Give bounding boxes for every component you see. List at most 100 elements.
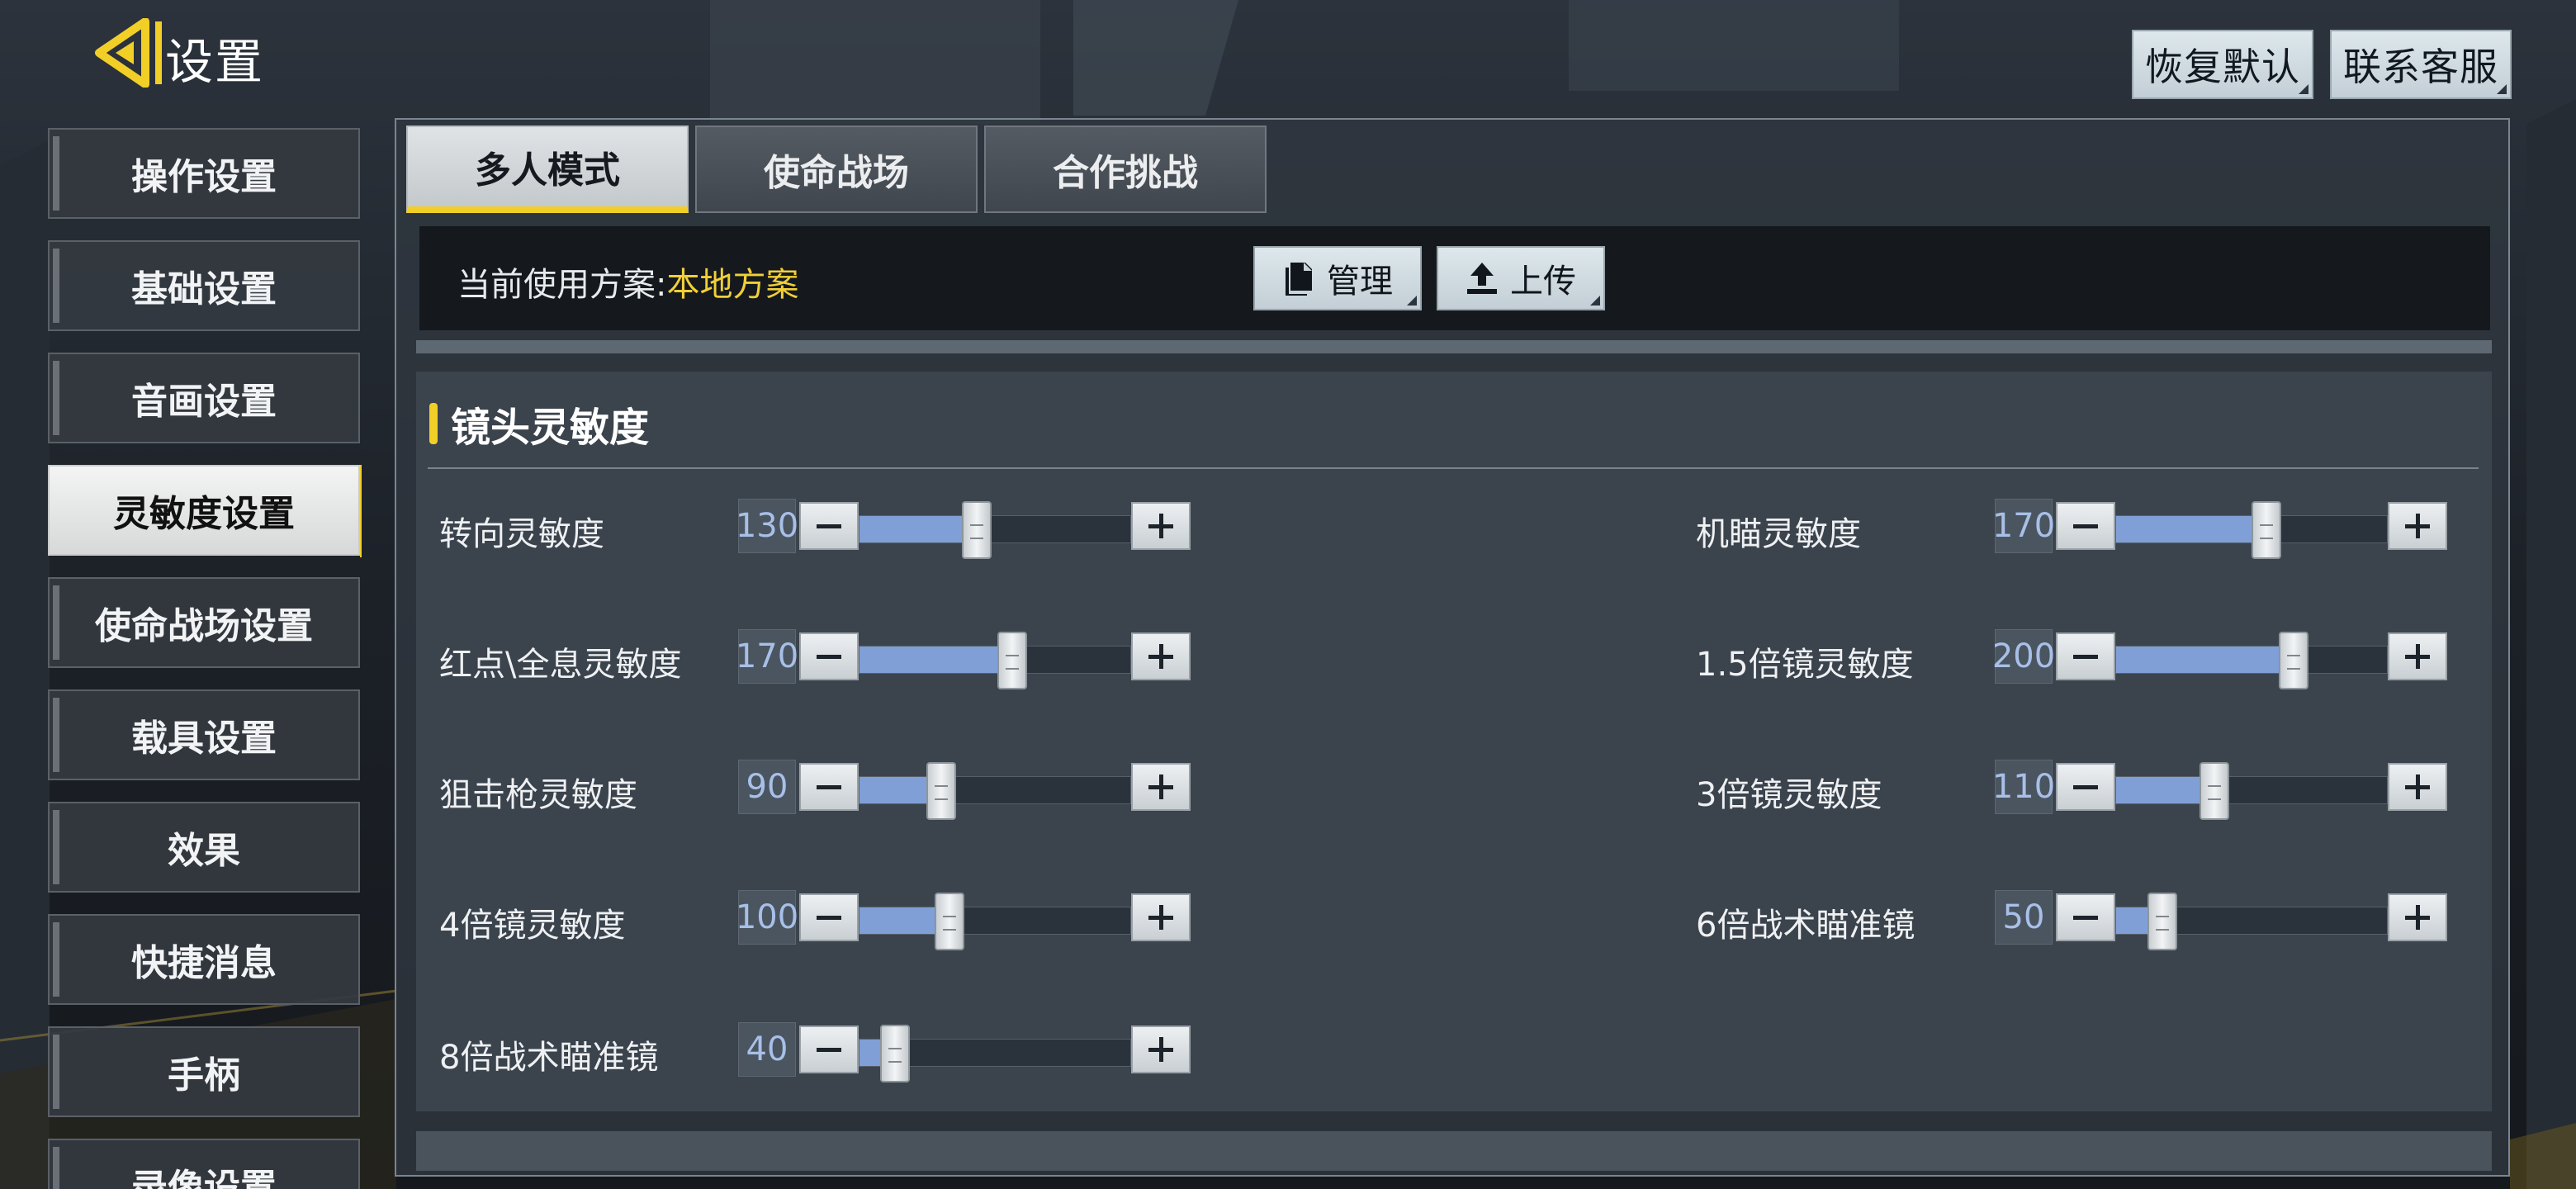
slider-fill bbox=[2116, 516, 2266, 542]
contact-service-button[interactable]: 联系客服 bbox=[2330, 30, 2512, 99]
slider-value: 40 bbox=[738, 1022, 796, 1077]
slider-track[interactable] bbox=[2115, 501, 2388, 559]
manage-button[interactable]: 管理 bbox=[1253, 246, 1422, 310]
minus-icon bbox=[817, 915, 841, 920]
document-icon bbox=[1286, 263, 1312, 296]
slider-label: 机瞄灵敏度 bbox=[1696, 515, 1861, 553]
increase-button[interactable] bbox=[1131, 763, 1191, 811]
slider-thumb[interactable] bbox=[2147, 893, 2177, 950]
minus-icon bbox=[817, 1047, 841, 1052]
increase-button[interactable] bbox=[2388, 632, 2447, 680]
plus-icon bbox=[1158, 905, 1163, 930]
current-scheme: 当前使用方案:本地方案 bbox=[457, 258, 798, 306]
slider-track[interactable] bbox=[859, 762, 1131, 820]
slider-fill bbox=[859, 647, 1012, 673]
slider-track[interactable] bbox=[859, 893, 1131, 950]
menu-item-vehicle[interactable]: 载具设置 bbox=[48, 689, 360, 780]
menu-item-sensitivity[interactable]: 灵敏度设置 bbox=[48, 465, 362, 557]
menu-item-controls[interactable]: 操作设置 bbox=[48, 128, 360, 219]
current-scheme-value: 本地方案 bbox=[666, 266, 799, 304]
slider-value: 200 bbox=[1992, 629, 2055, 684]
increase-button[interactable] bbox=[1131, 502, 1191, 550]
increase-button[interactable] bbox=[2388, 502, 2447, 550]
settings-menu: 操作设置 基础设置 音画设置 灵敏度设置 使命战场设置 载具设置 效果 快捷消息… bbox=[48, 128, 362, 1189]
tab-coop-challenge[interactable]: 合作挑战 bbox=[984, 126, 1267, 213]
increase-button[interactable] bbox=[1131, 893, 1191, 941]
slider-label: 6倍战术瞄准镜 bbox=[1696, 907, 1915, 945]
menu-item-controller[interactable]: 手柄 bbox=[48, 1026, 360, 1117]
current-scheme-prefix: 当前使用方案: bbox=[457, 266, 667, 304]
slider-label: 4倍镜灵敏度 bbox=[439, 907, 626, 945]
decrease-button[interactable] bbox=[799, 1026, 859, 1073]
upload-label: 上传 bbox=[1510, 263, 1576, 301]
slider-thumb[interactable] bbox=[935, 893, 964, 950]
page-title: 设置 bbox=[165, 34, 265, 90]
decrease-button[interactable] bbox=[799, 763, 859, 811]
slider-thumb[interactable] bbox=[2252, 501, 2281, 559]
minus-icon bbox=[817, 523, 841, 528]
slider-thumb[interactable] bbox=[926, 762, 956, 820]
minus-icon bbox=[2073, 784, 2098, 789]
increase-button[interactable] bbox=[2388, 893, 2447, 941]
slider-track[interactable] bbox=[2115, 893, 2388, 950]
divider-strip bbox=[416, 340, 2492, 353]
decrease-button[interactable] bbox=[799, 632, 859, 680]
plus-icon bbox=[1158, 514, 1163, 538]
menu-item-audio-video[interactable]: 音画设置 bbox=[48, 353, 360, 443]
slider-label: 8倍战术瞄准镜 bbox=[439, 1039, 659, 1077]
decrease-button[interactable] bbox=[799, 893, 859, 941]
slider-track[interactable] bbox=[859, 1025, 1131, 1082]
decrease-button[interactable] bbox=[2056, 763, 2115, 811]
slider-value: 170 bbox=[1992, 499, 2055, 553]
menu-item-battleground[interactable]: 使命战场设置 bbox=[48, 577, 360, 668]
slider-value: 170 bbox=[736, 629, 798, 684]
plus-icon bbox=[1158, 775, 1163, 799]
plus-icon bbox=[2415, 775, 2420, 799]
plus-icon bbox=[2415, 905, 2420, 930]
increase-button[interactable] bbox=[1131, 632, 1191, 680]
upload-button[interactable]: 上传 bbox=[1437, 246, 1605, 310]
section-accent-bar bbox=[429, 403, 438, 444]
slider-thumb[interactable] bbox=[2279, 632, 2308, 689]
minus-icon bbox=[817, 654, 841, 659]
scheme-bar: 当前使用方案:本地方案 管理 上传 bbox=[419, 226, 2490, 330]
slider-label: 1.5倍镜灵敏度 bbox=[1696, 646, 1914, 684]
manage-label: 管理 bbox=[1327, 263, 1393, 301]
tab-multiplayer[interactable]: 多人模式 bbox=[406, 126, 689, 213]
slider-track[interactable] bbox=[859, 501, 1131, 559]
plus-icon bbox=[2415, 644, 2420, 669]
upload-icon bbox=[1467, 263, 1497, 294]
increase-button[interactable] bbox=[2388, 763, 2447, 811]
decrease-button[interactable] bbox=[2056, 893, 2115, 941]
slider-value: 50 bbox=[1995, 890, 2053, 945]
slider-thumb[interactable] bbox=[997, 632, 1027, 689]
plus-icon bbox=[1158, 644, 1163, 669]
menu-item-quick-messages[interactable]: 快捷消息 bbox=[48, 914, 360, 1005]
slider-label: 狙击枪灵敏度 bbox=[439, 776, 637, 814]
decrease-button[interactable] bbox=[2056, 502, 2115, 550]
menu-item-basic[interactable]: 基础设置 bbox=[48, 240, 360, 331]
menu-item-recording[interactable]: 录像设置 bbox=[48, 1139, 360, 1189]
slider-track[interactable] bbox=[2115, 632, 2388, 689]
menu-item-effects[interactable]: 效果 bbox=[48, 802, 360, 893]
slider-value: 130 bbox=[736, 499, 798, 553]
tab-battleground[interactable]: 使命战场 bbox=[695, 126, 978, 213]
back-arrow-icon[interactable] bbox=[91, 18, 165, 88]
slider-thumb[interactable] bbox=[2200, 762, 2229, 820]
slider-value: 110 bbox=[1992, 760, 2055, 814]
plus-icon bbox=[2415, 514, 2420, 538]
next-section-strip bbox=[416, 1131, 2492, 1171]
increase-button[interactable] bbox=[1131, 1026, 1191, 1073]
section-title: 镜头灵敏度 bbox=[451, 405, 650, 451]
minus-icon bbox=[2073, 654, 2098, 659]
slider-fill bbox=[2116, 647, 2294, 673]
slider-thumb[interactable] bbox=[962, 501, 992, 559]
slider-track[interactable] bbox=[859, 632, 1131, 689]
slider-thumb[interactable] bbox=[880, 1025, 910, 1082]
slider-label: 3倍镜灵敏度 bbox=[1696, 776, 1882, 814]
decrease-button[interactable] bbox=[799, 502, 859, 550]
decrease-button[interactable] bbox=[2056, 632, 2115, 680]
slider-track[interactable] bbox=[2115, 762, 2388, 820]
restore-defaults-button[interactable]: 恢复默认 bbox=[2132, 30, 2313, 99]
minus-icon bbox=[817, 784, 841, 789]
